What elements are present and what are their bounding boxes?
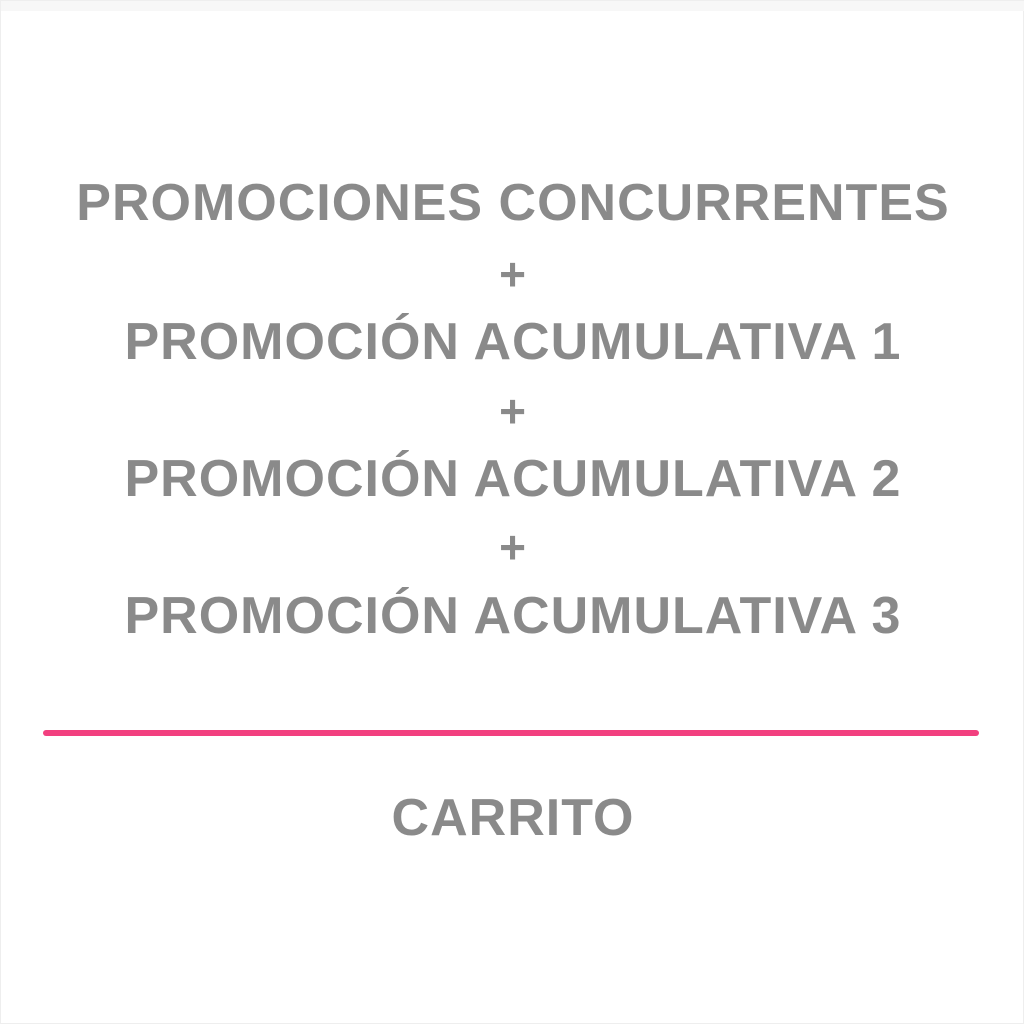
cart-result-label: CARRITO xyxy=(391,789,635,847)
plus-sign-3: + xyxy=(499,521,527,573)
sum-divider-line xyxy=(43,730,979,736)
plus-sign-1: + xyxy=(499,248,527,300)
top-border-strip xyxy=(1,1,1024,11)
cumulative-promotion-2-label: PROMOCIÓN ACUMULATIVA 2 xyxy=(124,450,902,508)
cumulative-promotion-3-label: PROMOCIÓN ACUMULATIVA 3 xyxy=(124,587,902,645)
plus-sign-2: + xyxy=(499,385,527,437)
cumulative-promotion-1-label: PROMOCIÓN ACUMULATIVA 1 xyxy=(124,313,902,371)
diagram-canvas: PROMOCIONES CONCURRENTES + PROMOCIÓN ACU… xyxy=(0,0,1024,1024)
concurrent-promotions-label: PROMOCIONES CONCURRENTES xyxy=(76,174,950,232)
